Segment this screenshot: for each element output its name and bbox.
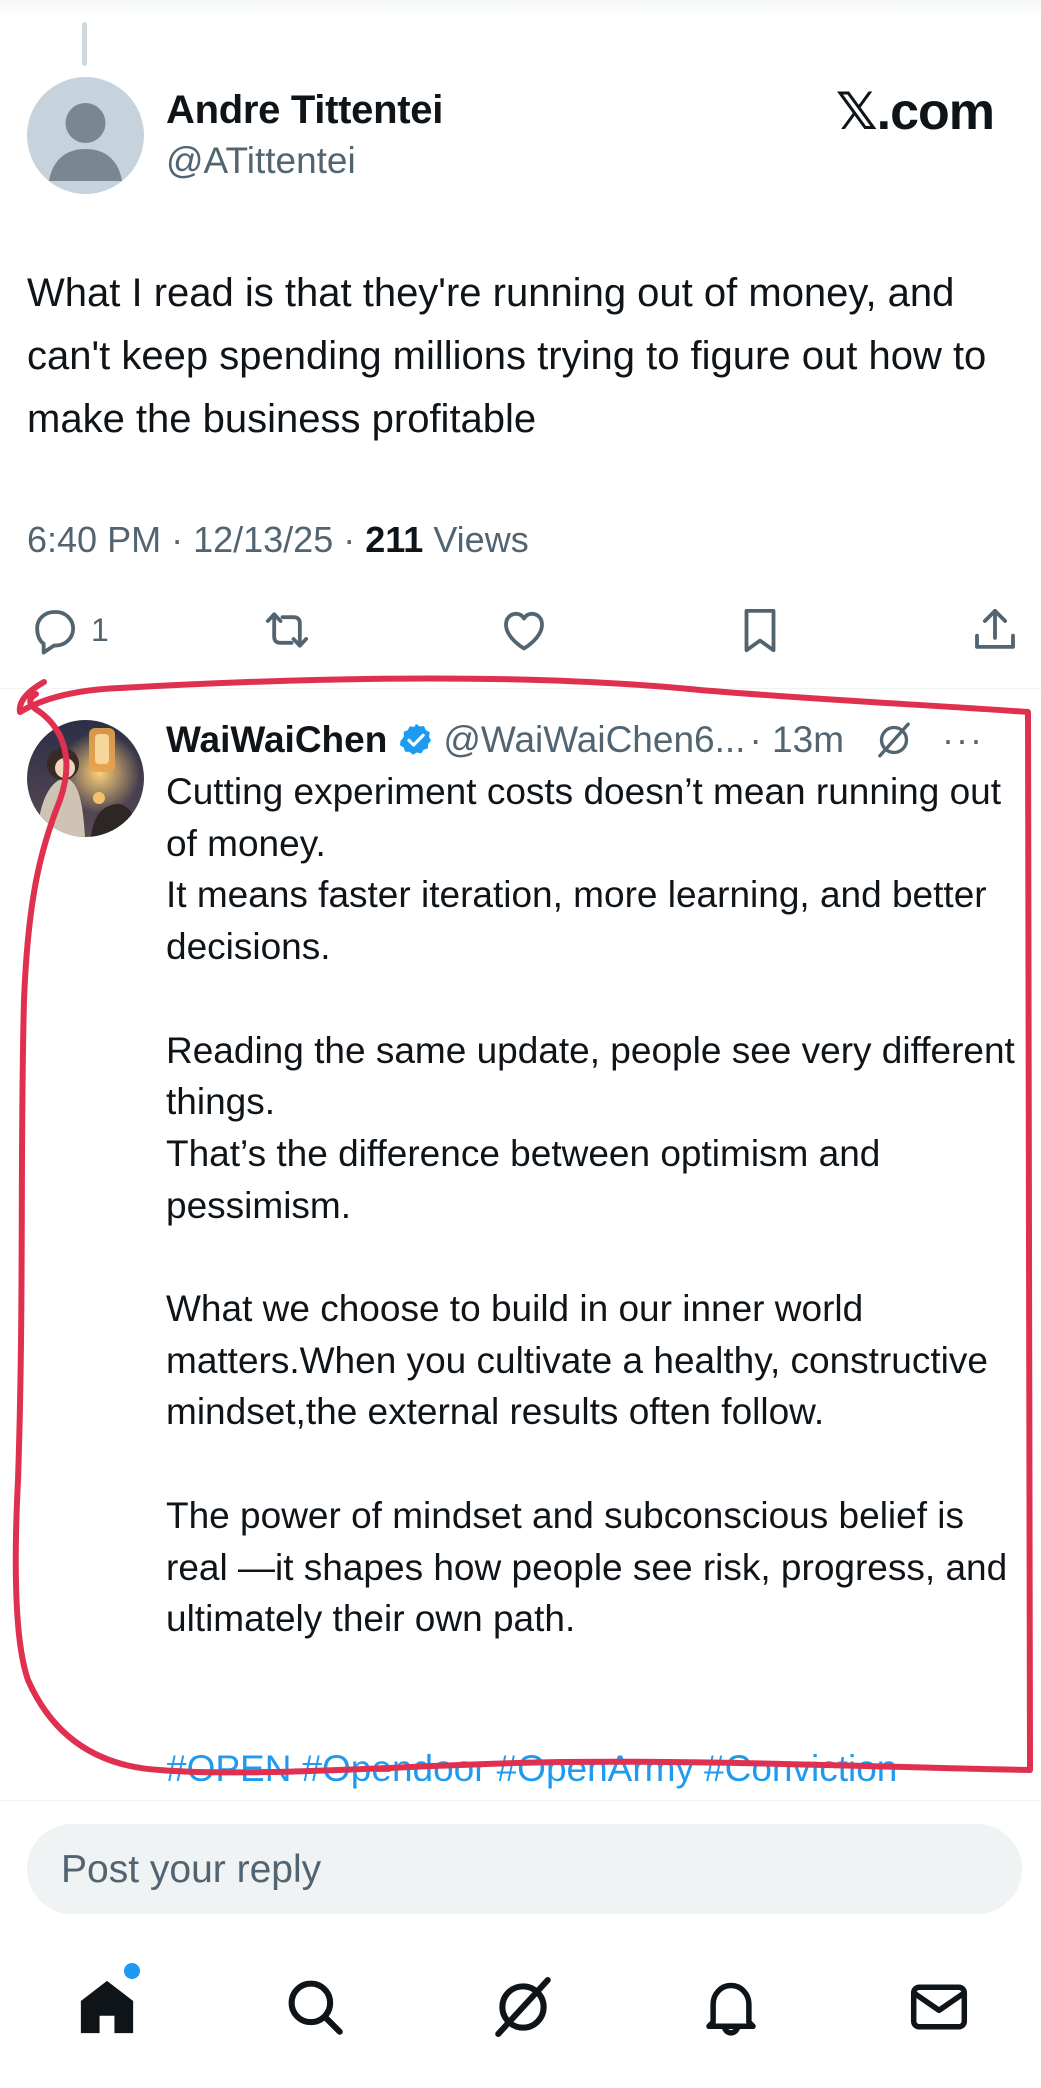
tab-messages[interactable]: [906, 1974, 972, 2040]
share-icon: [975, 608, 1015, 649]
author-avatar[interactable]: [27, 77, 144, 194]
tab-notifications[interactable]: [698, 1974, 764, 2040]
more-options-button[interactable]: ···: [942, 719, 984, 761]
repost-button[interactable]: [260, 595, 314, 665]
hashtag-list: #OPEN #Opendoor #OpenArmy #Conviction: [166, 1748, 907, 1790]
bottom-tab-bar: [0, 1950, 1041, 2088]
reply-header: WaiWaiChen @WaiWaiChen6... · 13m ···: [166, 712, 1026, 768]
divider: [0, 1800, 1041, 1801]
site-brand: 𝕏.com: [835, 83, 995, 141]
default-avatar-icon: [49, 103, 122, 181]
reply-author-handle[interactable]: @WaiWaiChen6...: [443, 719, 745, 761]
hashtag-link[interactable]: #OpenArmy: [497, 1748, 694, 1789]
tweet-text: What I read is that they're running out …: [27, 271, 987, 441]
tweet-meta: 6:40 PM · 12/13/25 · 211 Views: [27, 519, 529, 561]
repost-icon: [265, 612, 309, 648]
notifications-icon: [706, 1982, 756, 2036]
reply-text: Cutting experiment costs doesn’t mean ru…: [166, 771, 1015, 1640]
messages-icon: [910, 1984, 968, 2030]
divider: [0, 688, 1041, 689]
views-label: Views: [433, 519, 529, 560]
verified-badge-icon[interactable]: [397, 721, 435, 759]
tab-grok[interactable]: [490, 1974, 556, 2040]
grok-icon[interactable]: [874, 720, 914, 760]
tweet-time[interactable]: 6:40 PM: [27, 519, 161, 560]
share-button[interactable]: [968, 595, 1022, 665]
reply-composer[interactable]: [27, 1824, 1022, 1916]
tweet-actions: 1: [0, 595, 1041, 665]
hashtag-link[interactable]: #Opendoor: [301, 1748, 486, 1789]
thread-line: [82, 22, 87, 66]
tab-search[interactable]: [282, 1974, 348, 2040]
reply-count: 1: [91, 611, 109, 648]
reply-author-avatar[interactable]: [27, 720, 144, 837]
hashtag-link[interactable]: #Conviction: [704, 1748, 897, 1789]
search-icon: [288, 1980, 343, 2035]
reply-icon: [35, 610, 76, 655]
reply-author-name[interactable]: WaiWaiChen: [166, 719, 387, 761]
top-fade: [0, 0, 1041, 18]
heart-icon: [504, 611, 544, 651]
meta-separator: ·: [333, 519, 366, 560]
home-icon: [80, 1980, 134, 2034]
author-name[interactable]: Andre Tittentei: [166, 88, 443, 133]
author-handle[interactable]: @ATittentei: [166, 140, 356, 182]
reply-time[interactable]: · 13m: [749, 719, 844, 761]
hashtag-link[interactable]: #OPEN: [166, 1748, 291, 1789]
tweet-date[interactable]: 12/13/25: [193, 519, 333, 560]
tab-home[interactable]: [74, 1974, 140, 2040]
views-count: 211: [365, 519, 424, 560]
like-button[interactable]: [497, 595, 551, 665]
grok-icon: [495, 1977, 551, 2037]
bookmark-button[interactable]: [733, 595, 787, 665]
reply-input[interactable]: [59, 1824, 1003, 1916]
meta-separator: ·: [161, 519, 194, 560]
bookmark-icon: [744, 608, 776, 653]
home-notification-dot: [121, 1960, 143, 1982]
reply-button[interactable]: 1: [27, 595, 109, 665]
illustrated-avatar-icon: [27, 720, 144, 837]
